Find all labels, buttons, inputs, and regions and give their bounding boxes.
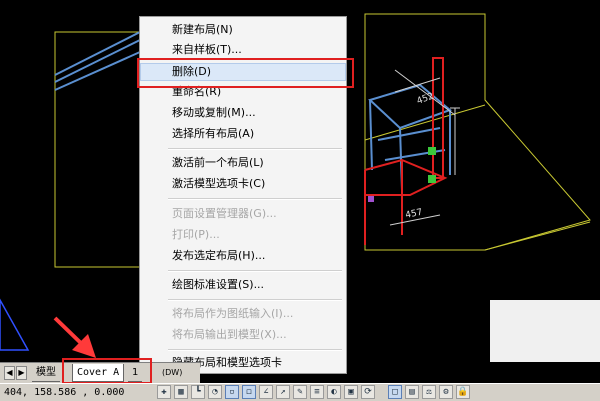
menu-separator (168, 198, 342, 200)
background-panel (490, 300, 600, 362)
menu-item-from-template[interactable]: 来自样板(T)... (140, 41, 346, 59)
lineweight-icon[interactable]: ≡ (310, 385, 324, 399)
tab-cover-a[interactable]: Cover A (72, 364, 125, 382)
ucs-icon[interactable]: ↗ (276, 385, 290, 399)
layout-context-menu: 新建布局(N) 来自样板(T)... 删除(D) 重命名(R) 移动或复制(M)… (139, 16, 347, 374)
left-model-rails (54, 31, 141, 91)
triangle-model (0, 298, 30, 351)
menu-separator (168, 299, 342, 301)
tab-model[interactable]: 模型 (32, 364, 60, 382)
layout-tab-bar: ◀ ▶ 模型 Cover A 1 (DW) (0, 362, 200, 383)
red-arrow-annotation (53, 316, 96, 358)
menu-item-export-to-model[interactable]: 将布局输出到模型(X)... (140, 326, 346, 344)
tab-layout-1[interactable]: 1 (128, 364, 143, 382)
tab-scroll-left-button[interactable]: ◀ (4, 366, 15, 380)
menu-item-activate-previous[interactable]: 激活前一个布局(L) (140, 154, 346, 172)
3d-osnap-icon[interactable]: ◻ (242, 385, 256, 399)
menu-item-rename[interactable]: 重命名(R) (140, 83, 346, 101)
quick-props-icon[interactable]: ▣ (344, 385, 358, 399)
menu-item-select-all-layouts[interactable]: 选择所有布局(A) (140, 125, 346, 143)
layout-icon[interactable]: ▤ (405, 385, 419, 399)
menu-item-new-layout[interactable]: 新建布局(N) (140, 21, 346, 39)
dyn-input-icon[interactable]: ✎ (293, 385, 307, 399)
lock-icon[interactable]: 🔒 (456, 385, 470, 399)
purple-marker (368, 196, 374, 202)
menu-item-print[interactable]: 打印(P)... (140, 226, 346, 244)
menu-item-page-setup-manager[interactable]: 页面设置管理器(G)... (140, 205, 346, 223)
ortho-icon[interactable]: ┗ (191, 385, 205, 399)
menu-separator (168, 148, 342, 150)
transparency-icon[interactable]: ◐ (327, 385, 341, 399)
tab-scroll-right-button[interactable]: ▶ (16, 366, 27, 380)
green-marker (428, 147, 436, 155)
menu-item-publish-selected[interactable]: 发布选定布局(H)... (140, 247, 346, 265)
menu-item-delete[interactable]: 删除(D) (140, 63, 346, 81)
frame-diagonal (364, 104, 486, 141)
right-viewport-frame (364, 13, 591, 251)
left-viewport-frame (54, 31, 141, 268)
otrack-icon[interactable]: ∠ (259, 385, 273, 399)
workspace-icon[interactable]: ⚙ (439, 385, 453, 399)
annotation-scale-icon[interactable]: ⚖ (422, 385, 436, 399)
selection-cycling-icon[interactable]: ⟳ (361, 385, 375, 399)
tab-overflow: (DW) (162, 368, 183, 377)
menu-item-drawing-standards[interactable]: 绘图标准设置(S)... (140, 276, 346, 294)
osnap-icon[interactable]: ▫ (225, 385, 239, 399)
coordinate-readout: 404, 158.586 , 0.000 (4, 387, 125, 398)
menu-item-import-as-sheet[interactable]: 将布局作为图纸输入(I)... (140, 305, 346, 323)
menu-separator (168, 349, 342, 351)
status-bar: 404, 158.586 , 0.000 ✚ ▦ ┗ ◔ ▫ ◻ ∠ ↗ ✎ ≡… (0, 383, 600, 401)
snap-icon[interactable]: ✚ (157, 385, 171, 399)
menu-item-move-copy[interactable]: 移动或复制(M)... (140, 104, 346, 122)
polar-icon[interactable]: ◔ (208, 385, 222, 399)
green-marker (428, 175, 436, 183)
grid-icon[interactable]: ▦ (174, 385, 188, 399)
menu-item-activate-model-tab[interactable]: 激活模型选项卡(C) (140, 175, 346, 193)
menu-separator (168, 270, 342, 272)
frame-diagonal (484, 221, 591, 251)
model-space-icon[interactable]: □ (388, 385, 402, 399)
